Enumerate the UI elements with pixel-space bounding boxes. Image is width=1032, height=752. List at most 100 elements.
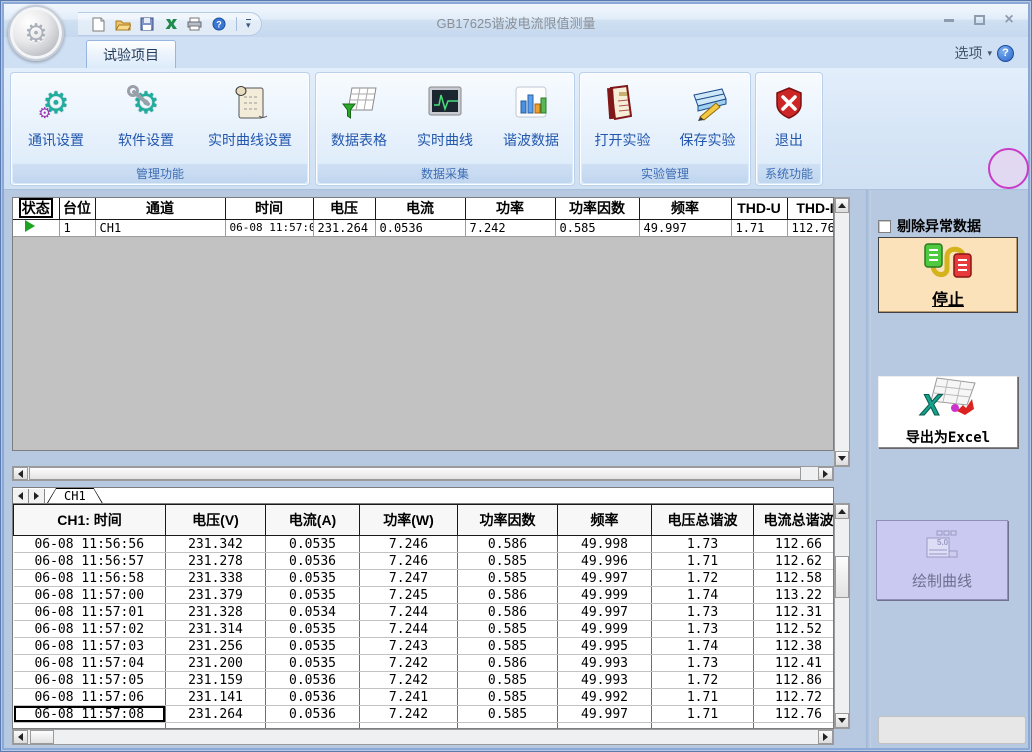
gears-icon: ⚙⚙ bbox=[36, 82, 76, 124]
history-row[interactable]: 06-08 11:57:06 231.141 0.0536 7.241 0.58… bbox=[14, 689, 835, 706]
time-cell[interactable]: 06-08 11:57:00 bbox=[14, 587, 166, 604]
col-current-a: 电流(A) bbox=[266, 505, 360, 536]
live-grid-vscrollbar[interactable] bbox=[834, 197, 850, 467]
history-row[interactable]: 06-08 11:57:03 231.256 0.0535 7.243 0.58… bbox=[14, 638, 835, 655]
bar-chart-icon bbox=[511, 82, 551, 124]
realtime-curve-button[interactable]: 实时曲线 bbox=[410, 77, 480, 165]
time-cell[interactable]: 06-08 11:57:06 bbox=[14, 689, 166, 706]
time-cell[interactable]: 06-08 11:57:05 bbox=[14, 672, 166, 689]
col-voltage-thd: 电压总谐波 bbox=[652, 505, 754, 536]
history-row[interactable]: 06-08 11:57:02 231.314 0.0535 7.244 0.58… bbox=[14, 621, 835, 638]
history-row[interactable]: 06-08 11:57:05 231.159 0.0536 7.242 0.58… bbox=[14, 672, 835, 689]
svg-text:5.0: 5.0 bbox=[937, 538, 949, 547]
col-power-factor: 功率因数 bbox=[555, 198, 639, 219]
highlight-circle bbox=[988, 148, 1029, 189]
ribbon-help-icon[interactable]: ? bbox=[997, 45, 1014, 62]
options-menu[interactable]: 选项 bbox=[954, 43, 982, 63]
checkbox-box[interactable] bbox=[878, 220, 891, 233]
main-content: 状态 台位 通道 时间 电压 电流 功率 功率因数 频率 THD-U THD-I bbox=[4, 190, 1028, 748]
history-row[interactable]: 06-08 11:57:08 231.264 0.0536 7.242 0.58… bbox=[14, 706, 835, 723]
history-header-row: CH1: 时间 电压(V) 电流(A) 功率(W) 功率因数 频率 电压总谐波 … bbox=[14, 505, 835, 536]
hscroll-thumb[interactable] bbox=[29, 467, 801, 480]
ribbon-tab-row: 试验项目 选项 ▾ ? bbox=[4, 37, 1028, 68]
scroll-down-button[interactable] bbox=[835, 713, 849, 728]
scroll-right-button[interactable] bbox=[818, 730, 833, 744]
ribbon: ⚙⚙ 通讯设置 ⚙ 软件设置 bbox=[4, 68, 1028, 190]
live-header-row: 状态 台位 通道 时间 电压 电流 功率 功率因数 频率 THD-U THD-I bbox=[13, 198, 834, 219]
minimize-button[interactable] bbox=[940, 12, 958, 28]
data-table-button[interactable]: 数据表格 bbox=[324, 77, 394, 165]
group-label: 管理功能 bbox=[13, 164, 307, 183]
col-voltage: 电压 bbox=[313, 198, 375, 219]
draw-curve-button[interactable]: 5.0 绘制曲线 bbox=[876, 520, 1008, 600]
save-experiment-button[interactable]: 保存实验 bbox=[673, 77, 743, 165]
col-status: 状态 bbox=[13, 198, 59, 219]
time-cell[interactable]: 06-08 11:57:04 bbox=[14, 655, 166, 672]
scroll-right-button[interactable] bbox=[818, 467, 833, 480]
time-cell[interactable]: 06-08 11:57:01 bbox=[14, 604, 166, 621]
time-cell[interactable]: 06-08 11:56:58 bbox=[14, 570, 166, 587]
time-cell[interactable]: 06-08 11:57:02 bbox=[14, 621, 166, 638]
realtime-curve-settings-button[interactable]: 实时曲线设置 bbox=[201, 77, 299, 165]
history-row[interactable]: 06-08 11:56:58 231.338 0.0535 7.247 0.58… bbox=[14, 570, 835, 587]
group-label: 实验管理 bbox=[582, 164, 748, 183]
group-label: 数据采集 bbox=[318, 164, 572, 183]
history-row[interactable]: 06-08 11:56:56 231.342 0.0535 7.246 0.58… bbox=[14, 536, 835, 553]
live-data-panel: 状态 台位 通道 时间 电压 电流 功率 功率因数 频率 THD-U THD-I bbox=[12, 197, 850, 481]
history-row[interactable]: 06-08 11:56:57 231.278 0.0536 7.246 0.58… bbox=[14, 553, 835, 570]
col-frequency: 频率 bbox=[639, 198, 731, 219]
title-bar: ? ▾ GB17625谐波电流限值测量 × bbox=[4, 4, 1028, 37]
excel-export-icon: X bbox=[917, 377, 979, 426]
col-current: 电流 bbox=[375, 198, 465, 219]
status-cell[interactable] bbox=[13, 219, 59, 236]
stop-button[interactable]: 停止 bbox=[878, 237, 1018, 313]
wrench-gear-icon: ⚙ bbox=[126, 82, 166, 124]
close-button[interactable]: × bbox=[1000, 12, 1018, 28]
history-row[interactable]: 06-08 11:57:04 231.200 0.0535 7.242 0.58… bbox=[14, 655, 835, 672]
scroll-up-button[interactable] bbox=[835, 198, 849, 213]
vscroll-thumb[interactable] bbox=[835, 556, 849, 598]
time-cell[interactable]: 06-08 11:57:08 bbox=[14, 706, 166, 723]
comm-settings-button[interactable]: ⚙⚙ 通讯设置 bbox=[21, 77, 91, 165]
tab-test-project[interactable]: 试验项目 bbox=[86, 40, 176, 68]
application-menu-orb[interactable]: ⚙ bbox=[8, 5, 64, 61]
harmonic-data-button[interactable]: 谐波数据 bbox=[496, 77, 566, 165]
col-power: 功率 bbox=[465, 198, 555, 219]
stop-connector-icon bbox=[921, 241, 975, 288]
col-thd-i: THD-I bbox=[787, 198, 834, 219]
orb-gear-icon: ⚙ bbox=[24, 18, 47, 49]
time-cell[interactable]: 06-08 11:56:56 bbox=[14, 536, 166, 553]
history-hscrollbar[interactable] bbox=[12, 729, 834, 745]
col-current-thd: 电流总谐波 bbox=[754, 505, 835, 536]
time-cell[interactable]: 06-08 11:56:57 bbox=[14, 553, 166, 570]
col-power-w: 功率(W) bbox=[360, 505, 458, 536]
export-excel-button[interactable]: X 导出为Excel bbox=[878, 376, 1018, 448]
live-data-grid: 状态 台位 通道 时间 电压 电流 功率 功率因数 频率 THD-U THD-I bbox=[12, 197, 834, 451]
sheet-next-button[interactable] bbox=[29, 489, 45, 503]
notebook-pencil-icon bbox=[688, 82, 728, 124]
scroll-left-button[interactable] bbox=[13, 467, 28, 480]
remove-abnormal-data-checkbox[interactable]: 剔除异常数据 bbox=[878, 216, 981, 236]
open-book-icon bbox=[603, 82, 643, 124]
col-channel: 通道 bbox=[95, 198, 225, 219]
live-data-row[interactable]: 1 CH1 06-08 11:57:08 231.264 0.0536 7.24… bbox=[13, 219, 834, 236]
software-settings-button[interactable]: ⚙ 软件设置 bbox=[111, 77, 181, 165]
open-experiment-button[interactable]: 打开实验 bbox=[588, 77, 658, 165]
exit-button[interactable]: 退出 bbox=[762, 77, 816, 165]
hscroll-thumb[interactable] bbox=[30, 730, 54, 744]
scroll-left-button[interactable] bbox=[13, 730, 28, 744]
sheet-prev-button[interactable] bbox=[13, 489, 29, 503]
vertical-splitter[interactable] bbox=[866, 190, 871, 748]
live-grid-hscrollbar[interactable] bbox=[12, 466, 834, 481]
history-row[interactable]: 06-08 11:57:01 231.328 0.0534 7.244 0.58… bbox=[14, 604, 835, 621]
scroll-up-button[interactable] bbox=[835, 504, 849, 519]
bottom-right-panel bbox=[878, 716, 1026, 744]
group-label: 系统功能 bbox=[758, 164, 820, 183]
maximize-button[interactable] bbox=[970, 12, 988, 28]
history-data-panel: CH1 CH1: 时间 电压(V) 电流(A) 功率(W) 功率因数 频率 bbox=[12, 487, 850, 745]
history-row[interactable]: 06-08 11:57:00 231.379 0.0535 7.245 0.58… bbox=[14, 587, 835, 604]
scroll-down-button[interactable] bbox=[835, 451, 849, 466]
sheet-tab-ch1[interactable]: CH1 bbox=[47, 488, 103, 503]
time-cell[interactable]: 06-08 11:57:03 bbox=[14, 638, 166, 655]
history-vscrollbar[interactable] bbox=[834, 503, 850, 729]
